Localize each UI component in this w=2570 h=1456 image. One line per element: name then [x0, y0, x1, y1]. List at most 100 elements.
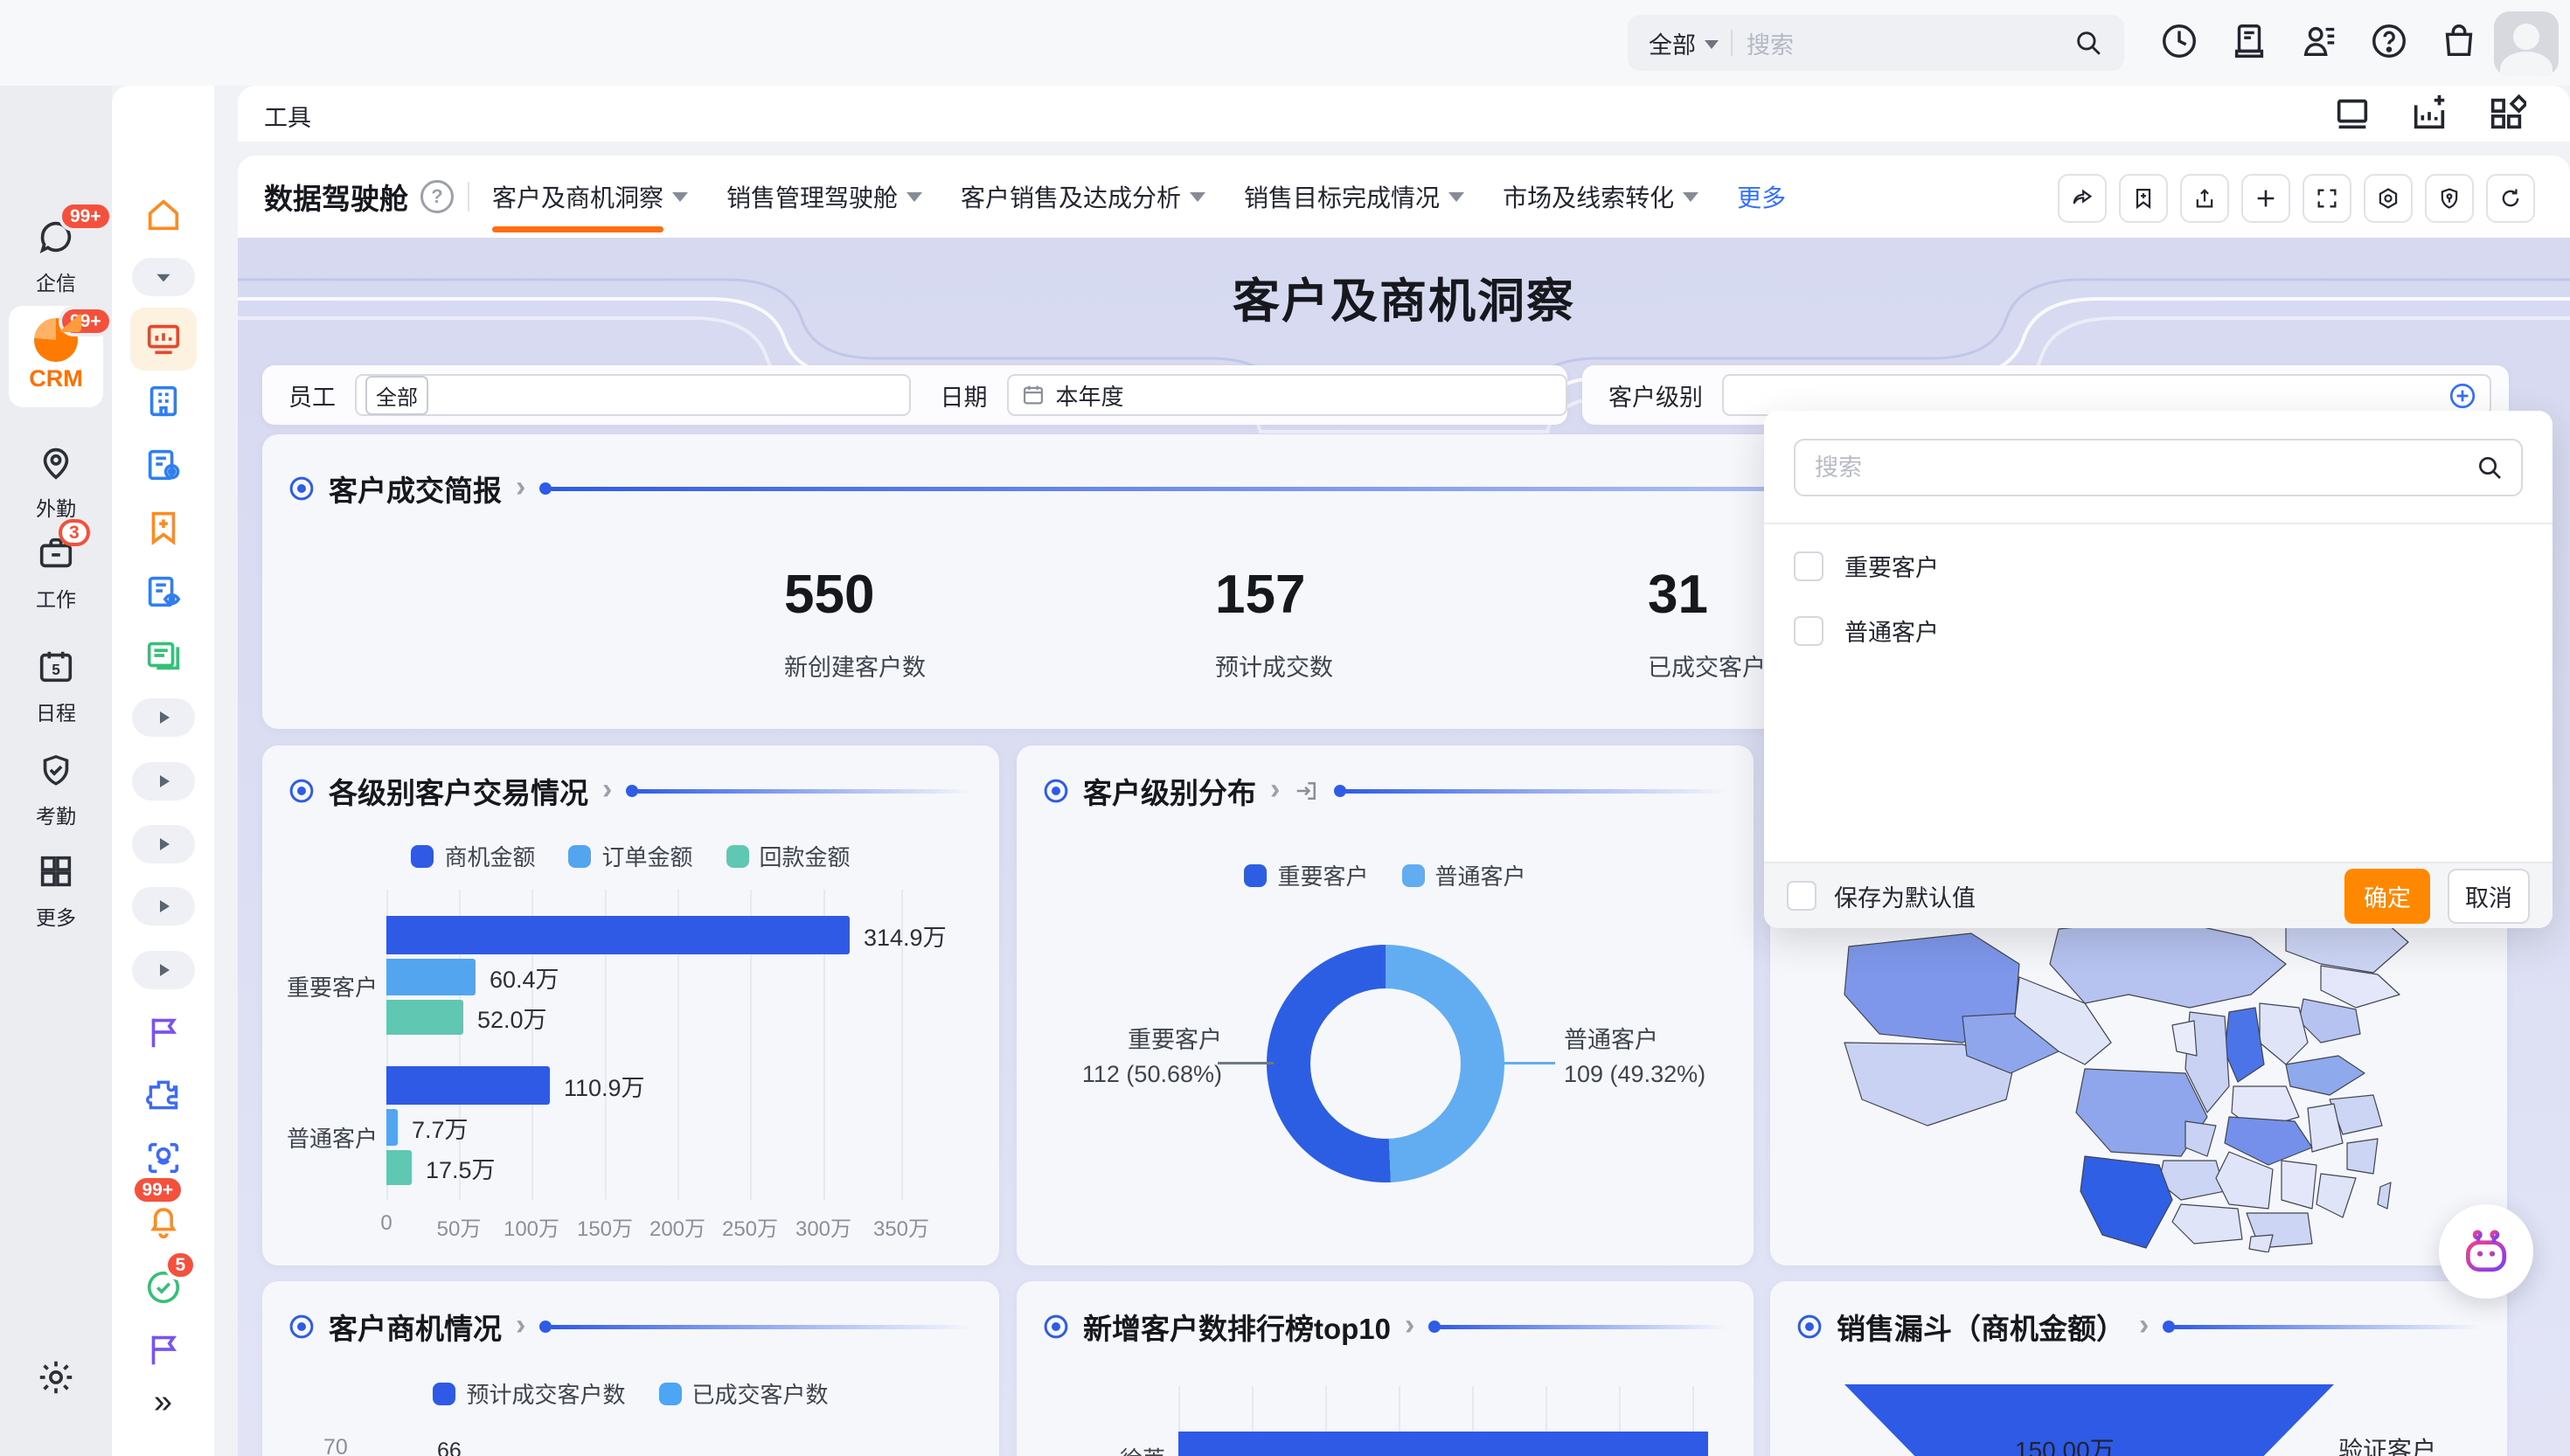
checkbox[interactable]	[1794, 616, 1823, 646]
trade-plot: 314.9万 60.4万 52.0万 110.9万 7.7万 17.5万 0 5…	[386, 890, 963, 1200]
play-button-4[interactable]	[132, 887, 195, 926]
fullscreen-button[interactable]	[2303, 174, 2351, 223]
refresh-button[interactable]	[2486, 174, 2535, 223]
rail-item-gongzuo[interactable]: 3 工作	[0, 533, 112, 613]
tools-tab[interactable]: 工具	[264, 99, 311, 133]
chevron-right-icon[interactable]: ›	[1270, 773, 1280, 807]
bookmark-add-button[interactable]	[2119, 174, 2168, 223]
play-button-3[interactable]	[132, 825, 195, 863]
bar-row[interactable]: 60.4万	[386, 959, 559, 995]
bar-row[interactable]: 17.5万	[386, 1150, 496, 1185]
legend-item[interactable]: 回款金额	[726, 840, 851, 872]
expand-icon[interactable]: »	[137, 1383, 190, 1424]
legend-item[interactable]: 已成交客户数	[659, 1377, 829, 1410]
play-button-1[interactable]	[132, 698, 195, 737]
tab-customer-insight[interactable]: 客户及商机洞察	[492, 156, 688, 238]
rail-item-richeng[interactable]: 5 日程	[0, 647, 112, 726]
legend-item[interactable]: 订单金额	[568, 840, 692, 872]
option-important-customer[interactable]: 重要客户	[1794, 549, 1939, 583]
play-button-5[interactable]	[132, 951, 195, 989]
contacts-icon[interactable]	[2299, 21, 2339, 61]
building-icon[interactable]	[143, 381, 184, 421]
drill-icon[interactable]	[1294, 778, 1320, 804]
location-pin-icon	[36, 442, 76, 482]
bar-row[interactable]: 110.9万	[386, 1066, 645, 1105]
tab-sales-cockpit[interactable]: 销售管理驾驶舱	[726, 156, 922, 238]
rail-item-qixin[interactable]: 99+ 企信	[0, 217, 112, 296]
dropdown-search[interactable]	[1794, 439, 2523, 496]
rank-plot	[1178, 1386, 1729, 1456]
help-icon[interactable]	[2369, 21, 2409, 61]
date-filter-value[interactable]: 本年度	[1056, 379, 1124, 412]
home-icon[interactable]	[143, 195, 184, 235]
rail-settings[interactable]	[0, 1357, 112, 1402]
search-input[interactable]: 搜索	[1747, 26, 2073, 60]
stat-card-expected-deals[interactable]: 157 预计成交数	[1177, 536, 1579, 718]
legend-item[interactable]: 预计成交客户数	[433, 1377, 625, 1410]
chart-add-icon[interactable]	[2409, 94, 2449, 134]
chevron-right-icon[interactable]: ›	[2139, 1308, 2149, 1342]
tab-sales-analysis[interactable]: 客户销售及达成分析	[961, 156, 1205, 238]
cancel-button[interactable]: 取消	[2448, 869, 2530, 924]
doc-camera-icon[interactable]	[143, 445, 184, 485]
bar-row[interactable]: 52.0万	[386, 1000, 547, 1035]
play-button-2[interactable]	[132, 762, 195, 801]
kiosk-icon[interactable]	[2229, 21, 2269, 61]
rail-item-kaoqin[interactable]: 考勤	[0, 750, 112, 829]
chevron-right-icon[interactable]: ›	[602, 773, 612, 807]
rank-bar[interactable]	[1178, 1432, 1708, 1456]
donut-chart[interactable]	[1267, 945, 1504, 1182]
tabs-more-link[interactable]: 更多	[1737, 179, 1786, 214]
flag-icon-2[interactable]	[143, 1329, 184, 1369]
bar-row[interactable]: 314.9万	[386, 916, 947, 954]
global-search[interactable]: 全部 搜索	[1628, 15, 2124, 71]
employee-filter-value[interactable]: 全部	[365, 376, 428, 415]
share-button[interactable]	[2058, 174, 2107, 223]
user-avatar[interactable]	[2494, 11, 2559, 76]
china-map[interactable]	[1796, 912, 2487, 1252]
collapse-button[interactable]	[132, 258, 195, 296]
face-scan-icon[interactable]	[143, 1138, 184, 1178]
plus-circle-icon[interactable]	[2448, 381, 2477, 411]
chevron-right-icon[interactable]: ›	[1405, 1308, 1414, 1342]
option-normal-customer[interactable]: 普通客户	[1794, 614, 1939, 648]
rail-item-waiqin[interactable]: 外勤	[0, 442, 112, 522]
export-button[interactable]	[2180, 174, 2229, 223]
bell-icon[interactable]: 99+	[143, 1201, 184, 1241]
chevron-right-icon[interactable]: ›	[516, 1308, 525, 1342]
dropdown-search-input[interactable]	[1813, 454, 2476, 482]
confirm-button[interactable]: 确定	[2344, 869, 2430, 924]
permission-button[interactable]	[2425, 174, 2474, 223]
bar-row[interactable]: 7.7万	[386, 1109, 469, 1146]
stat-card-new-customers[interactable]: 550 新创建客户数	[746, 536, 1148, 718]
bookmark-plus-icon[interactable]	[143, 508, 184, 548]
search-icon[interactable]	[2073, 28, 2103, 58]
clock-icon[interactable]	[2159, 21, 2199, 61]
rail-item-crm[interactable]: 99+ CRM	[9, 306, 103, 407]
doc-lines-icon[interactable]	[143, 635, 184, 676]
doc-eye-icon[interactable]	[143, 572, 184, 612]
add-button[interactable]	[2241, 174, 2290, 223]
legend-item[interactable]: 重要客户	[1244, 859, 1368, 891]
tab-lead-conversion[interactable]: 市场及线索转化	[1503, 156, 1698, 238]
tab-target-completion[interactable]: 销售目标完成情况	[1244, 156, 1464, 238]
active-item-bg[interactable]	[130, 308, 197, 371]
bag-icon[interactable]	[2439, 21, 2479, 61]
monitor-icon[interactable]	[2332, 94, 2372, 134]
legend-item[interactable]: 商机金额	[411, 840, 535, 872]
apps-icon[interactable]	[2486, 94, 2526, 134]
assistant-button[interactable]	[2439, 1204, 2533, 1299]
rail-item-more[interactable]: 更多	[0, 851, 112, 931]
checkbox[interactable]	[1794, 551, 1823, 581]
puzzle-icon[interactable]	[143, 1075, 184, 1115]
settings-button[interactable]	[2364, 174, 2413, 223]
search-scope-select[interactable]: 全部	[1649, 26, 1696, 60]
chevron-right-icon[interactable]: ›	[516, 470, 525, 504]
legend-item[interactable]: 普通客户	[1402, 859, 1526, 891]
help-circle-icon[interactable]: ?	[420, 180, 454, 213]
save-default-checkbox[interactable]	[1787, 881, 1816, 911]
employee-filter-input[interactable]: 全部	[355, 374, 911, 416]
check-circle-icon[interactable]: 5	[143, 1267, 184, 1307]
flag-icon[interactable]	[143, 1012, 184, 1052]
date-filter-input[interactable]: 本年度	[1007, 374, 1567, 416]
